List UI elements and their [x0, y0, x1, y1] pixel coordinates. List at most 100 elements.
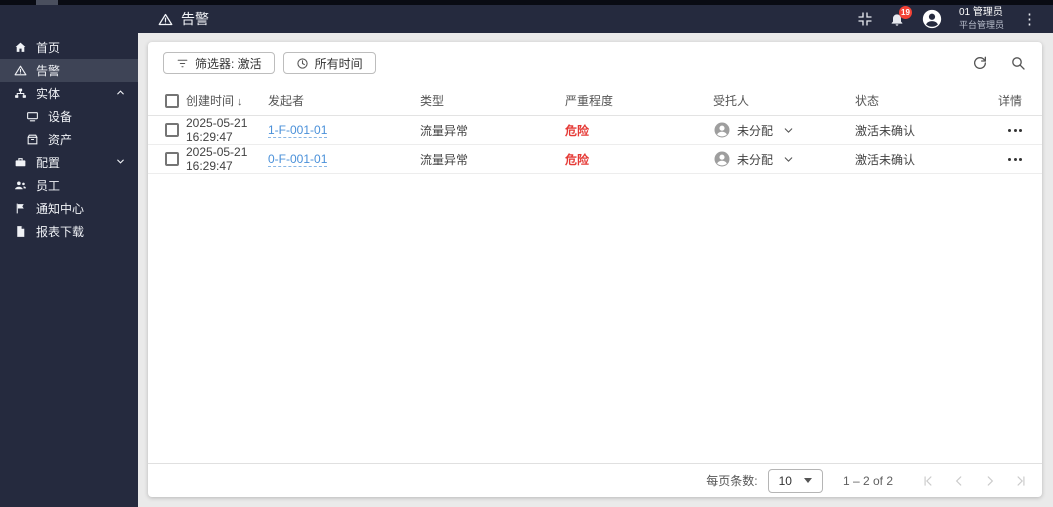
- chevron-down-icon: [782, 124, 795, 137]
- sidebar-item-label: 配置: [36, 156, 61, 170]
- assignee-dropdown[interactable]: 未分配: [713, 121, 855, 139]
- cell-type: 流量异常: [420, 152, 469, 167]
- initiator-link[interactable]: 1-F-001-01: [268, 123, 328, 138]
- cell-type: 流量异常: [420, 123, 469, 138]
- alert-title-icon: [158, 13, 173, 25]
- user-info[interactable]: 01 管理员 平台管理员: [959, 7, 1004, 31]
- search-icon[interactable]: [1010, 55, 1026, 71]
- assignee-dropdown[interactable]: 未分配: [713, 150, 855, 168]
- chevron-down-icon: [782, 153, 795, 166]
- chevron-down-icon[interactable]: [115, 156, 126, 170]
- sidebar-item-alerts[interactable]: 告警: [0, 59, 138, 82]
- assignee-avatar-icon: [713, 150, 731, 168]
- app-root: 告警 19 01 管理员 平台管理员 ⋮ 首页 告警 实体 设备 资产 配置 员…: [0, 0, 1053, 507]
- time-filter-button[interactable]: 所有时间: [282, 52, 376, 74]
- first-page-button[interactable]: [921, 474, 935, 488]
- filter-button-label: 筛选器: 激活: [195, 56, 262, 71]
- row-checkbox[interactable]: [165, 123, 179, 137]
- refresh-icon[interactable]: [972, 55, 988, 71]
- row-checkbox[interactable]: [165, 152, 179, 166]
- top-edge-tab: [36, 0, 58, 5]
- row-actions-button[interactable]: [1008, 125, 1022, 136]
- column-header-status[interactable]: 状态: [855, 92, 975, 109]
- pagination-bar: 每页条数: 10 1 – 2 of 2: [148, 463, 1042, 497]
- caret-down-icon: [803, 478, 812, 483]
- staff-icon: [15, 181, 27, 190]
- cell-created: 2025-05-21 16:29:47: [186, 145, 248, 173]
- select-all-checkbox[interactable]: [165, 93, 179, 108]
- cell-status: 激活未确认: [855, 123, 916, 138]
- toolbar-right: [972, 55, 1026, 71]
- filter-icon: [177, 59, 188, 67]
- user-name: 01 管理员: [958, 7, 1003, 19]
- top-edge-strip: [0, 0, 1053, 5]
- cell-status: 激活未确认: [855, 152, 916, 167]
- table-header-row: 创建时间 ↓ 发起者 类型 严重程度 受托人 状态 详情: [148, 86, 1042, 116]
- device-icon: [27, 112, 38, 122]
- column-header-created[interactable]: 创建时间 ↓: [186, 92, 268, 109]
- column-header-type[interactable]: 类型: [420, 92, 565, 109]
- notification-badge: 19: [898, 6, 912, 19]
- cell-severity: 危险: [565, 123, 590, 138]
- sidebar-item-config[interactable]: 配置: [0, 151, 138, 174]
- sidebar-item-notification-center[interactable]: 通知中心: [0, 197, 138, 220]
- cell-severity: 危险: [565, 152, 590, 167]
- per-page-value: 10: [778, 473, 792, 488]
- initiator-link[interactable]: 0-F-001-01: [268, 152, 328, 167]
- column-header-assignee[interactable]: 受托人: [713, 92, 855, 109]
- table-row: 2025-05-21 16:29:47 0-F-001-01 流量异常 危险 未…: [148, 145, 1042, 174]
- appbar-actions: 19 01 管理员 平台管理员 ⋮: [857, 6, 1039, 31]
- fullscreen-exit-icon[interactable]: [857, 11, 873, 27]
- time-filter-label: 所有时间: [314, 56, 363, 71]
- table-row: 2025-05-21 16:29:47 1-F-001-01 流量异常 危险 未…: [148, 116, 1042, 145]
- sidebar-item-label: 通知中心: [36, 202, 85, 216]
- column-header-initiator[interactable]: 发起者: [268, 92, 420, 109]
- user-avatar[interactable]: [921, 8, 943, 30]
- sidebar-item-label: 报表下载: [36, 225, 85, 239]
- per-page-label: 每页条数:: [706, 474, 758, 488]
- home-icon: [15, 42, 26, 52]
- entities-icon: [15, 88, 26, 98]
- chevron-up-icon[interactable]: [115, 87, 126, 101]
- sidebar-item-entities[interactable]: 实体: [0, 82, 138, 105]
- asset-icon: [27, 134, 38, 145]
- column-header-severity[interactable]: 严重程度: [565, 92, 713, 109]
- sidebar-item-label: 首页: [36, 41, 61, 55]
- alerts-toolbar: 筛选器: 激活 所有时间: [148, 42, 1042, 86]
- pagination-range: 1 – 2 of 2: [842, 473, 893, 488]
- column-header-details: 详情: [997, 94, 1022, 108]
- config-icon: [15, 158, 26, 167]
- assignee-avatar-icon: [713, 121, 731, 139]
- row-actions-button[interactable]: [1008, 154, 1022, 165]
- sidebar-item-home[interactable]: 首页: [0, 36, 138, 59]
- clock-icon: [297, 57, 308, 69]
- table-empty-space: [148, 174, 1042, 463]
- assignee-label: 未分配: [737, 123, 774, 138]
- sidebar-item-devices[interactable]: 设备: [0, 105, 138, 128]
- sidebar-item-label: 员工: [36, 179, 61, 193]
- sidebar-item-assets[interactable]: 资产: [0, 128, 138, 151]
- content-area: 筛选器: 激活 所有时间 创建时间 ↓ 发起者 类型 严重程度 受托人 状态 详…: [138, 33, 1053, 507]
- filter-button[interactable]: 筛选器: 激活: [163, 52, 275, 74]
- page-title: 告警: [181, 11, 209, 27]
- report-icon: [17, 226, 25, 237]
- last-page-button[interactable]: [1014, 474, 1028, 488]
- sidebar-item-label: 资产: [48, 133, 73, 147]
- cell-created: 2025-05-21 16:29:47: [186, 116, 248, 144]
- sidebar-item-report-download[interactable]: 报表下载: [0, 220, 138, 243]
- assignee-label: 未分配: [737, 152, 774, 167]
- per-page-select[interactable]: 10: [767, 468, 823, 493]
- notification-icon: [16, 203, 24, 214]
- next-page-button[interactable]: [983, 474, 997, 488]
- sidebar-item-label: 设备: [48, 110, 73, 124]
- sidebar-item-staff[interactable]: 员工: [0, 174, 138, 197]
- notifications-button[interactable]: 19: [889, 6, 912, 27]
- sort-desc-icon: ↓: [237, 96, 243, 108]
- page-title-wrap: 告警: [158, 9, 209, 29]
- pagination-nav: [921, 474, 1028, 488]
- sidebar: 首页 告警 实体 设备 资产 配置 员工 通知中心 报表下载: [0, 5, 138, 507]
- sidebar-item-label: 实体: [36, 87, 61, 101]
- overflow-menu-button[interactable]: ⋮: [1020, 10, 1039, 28]
- previous-page-button[interactable]: [952, 474, 966, 488]
- user-role: 平台管理员: [958, 19, 1004, 30]
